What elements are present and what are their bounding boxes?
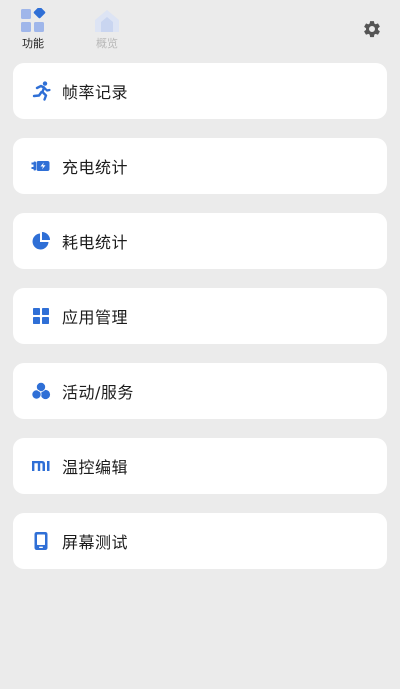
- menu-item-fps-record[interactable]: 帧率记录: [13, 63, 387, 119]
- menu-item-label: 帧率记录: [62, 83, 129, 102]
- tab-overview-label: 概览: [96, 37, 118, 50]
- top-bar: 功能 概览: [0, 0, 400, 60]
- menu-item-power-stats[interactable]: 耗电统计: [13, 213, 387, 269]
- menu-item-label: 充电统计: [62, 158, 129, 177]
- menu-item-app-manage[interactable]: 应用管理: [13, 288, 387, 344]
- three-circles-icon: [31, 381, 51, 401]
- running-person-icon: [31, 81, 51, 101]
- tab-overview[interactable]: 概览: [85, 8, 129, 54]
- menu-item-label: 温控编辑: [62, 458, 129, 477]
- house-icon: [94, 8, 120, 34]
- pie-chart-icon: [31, 231, 51, 251]
- tab-function[interactable]: 功能: [11, 6, 55, 54]
- menu-item-thermal-edit[interactable]: 温控编辑: [13, 438, 387, 494]
- tab-function-label: 功能: [22, 37, 44, 50]
- phone-screen-icon: [31, 531, 51, 551]
- grid-diamond-icon: [20, 6, 46, 34]
- mi-logo-icon: [31, 456, 51, 476]
- menu-item-activity-service[interactable]: 活动/服务: [13, 363, 387, 419]
- menu-item-label: 应用管理: [62, 308, 129, 327]
- menu-item-label: 耗电统计: [62, 233, 129, 252]
- menu-item-screen-test[interactable]: 屏幕测试: [13, 513, 387, 569]
- menu-item-label: 屏幕测试: [62, 533, 129, 552]
- app-grid-icon: [31, 306, 51, 326]
- gear-icon[interactable]: [362, 19, 382, 39]
- function-menu: 帧率记录 充电统计 耗电统计 应用管理 活动/服务 温控编辑 屏幕测试: [13, 63, 387, 588]
- menu-item-label: 活动/服务: [62, 383, 134, 402]
- battery-charging-icon: [31, 156, 51, 176]
- menu-item-charge-stats[interactable]: 充电统计: [13, 138, 387, 194]
